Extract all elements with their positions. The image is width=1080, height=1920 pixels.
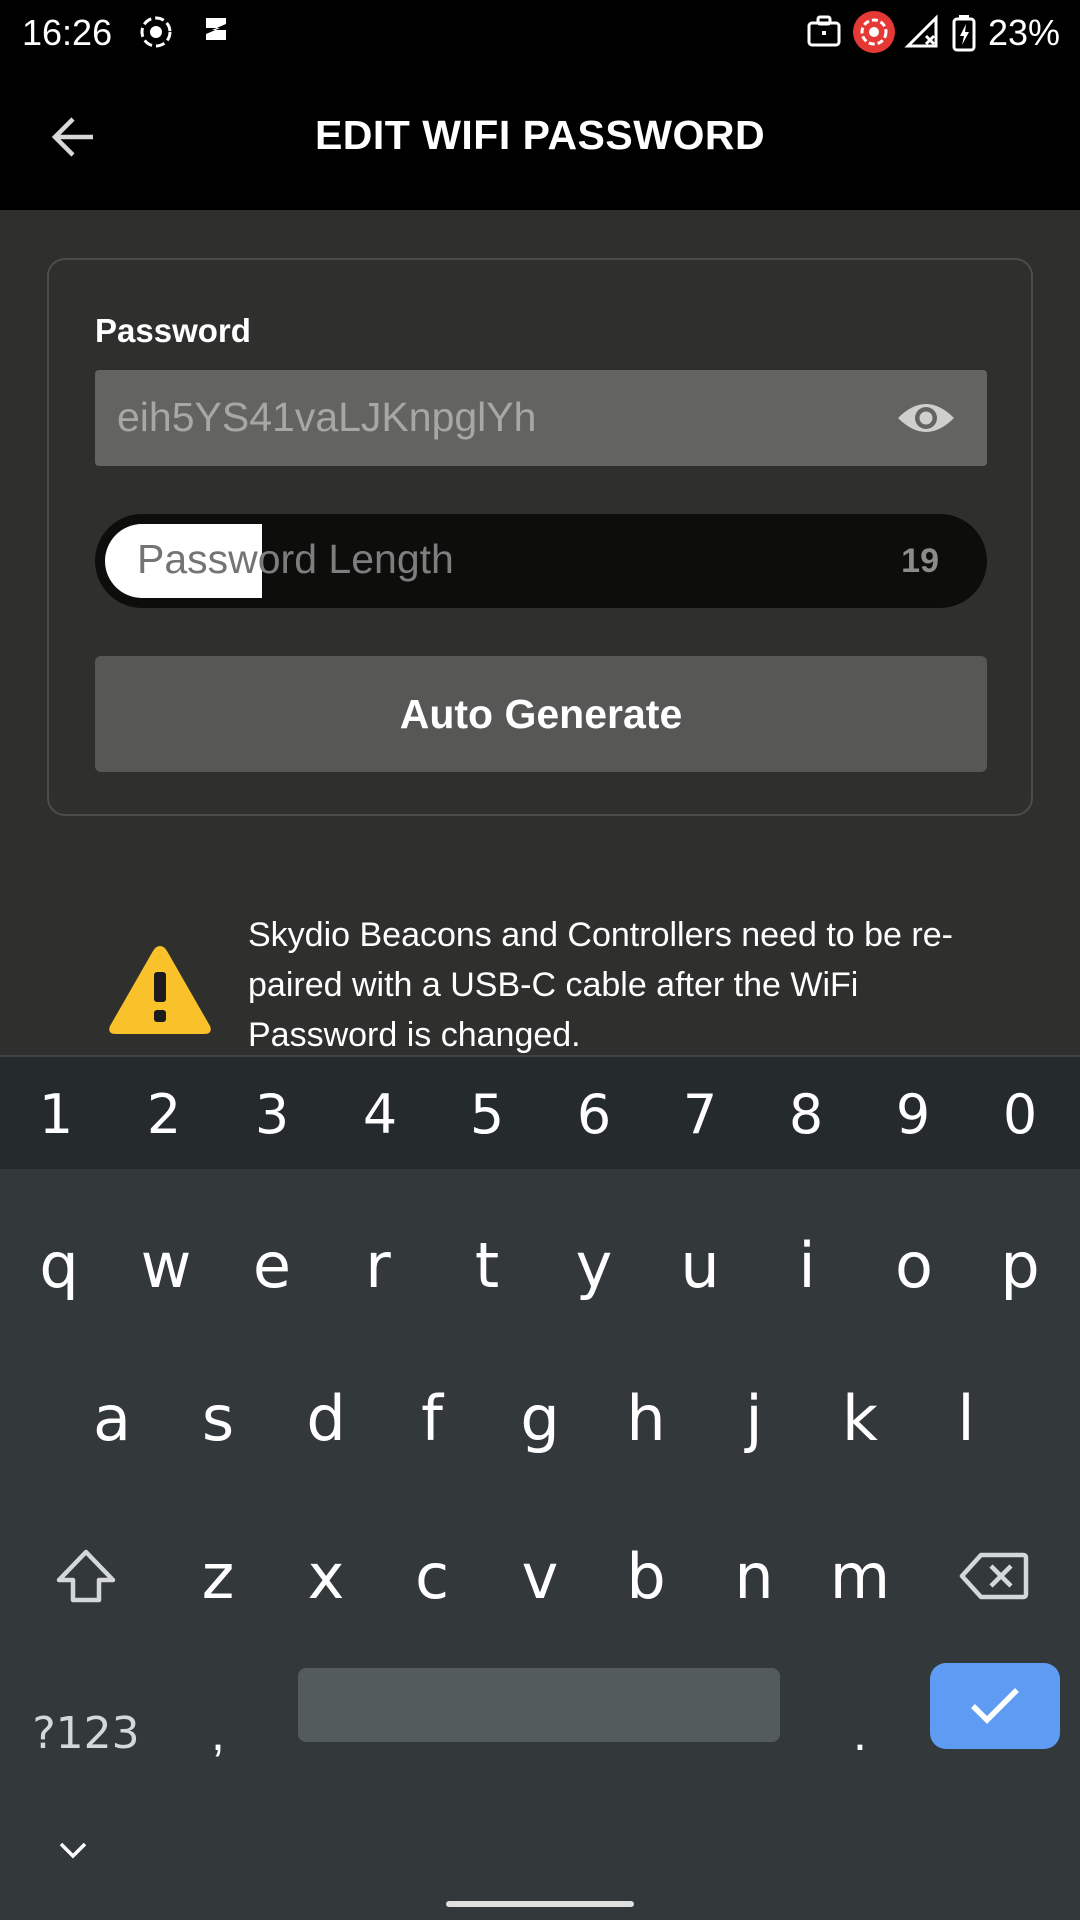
- period-key[interactable]: .: [820, 1683, 900, 1783]
- password-length-slider[interactable]: Password Length 19: [95, 514, 987, 608]
- check-icon: [971, 1688, 1019, 1724]
- key-4[interactable]: 4: [326, 1057, 434, 1171]
- shift-key[interactable]: [32, 1513, 140, 1639]
- key-z[interactable]: z: [164, 1513, 272, 1639]
- key-m[interactable]: m: [806, 1513, 914, 1639]
- key-d[interactable]: d: [272, 1355, 380, 1481]
- status-bar: 16:26 23%: [0, 0, 1080, 64]
- signal-off-icon: [904, 14, 940, 50]
- battery-charging-icon: [952, 14, 976, 52]
- key-e[interactable]: e: [218, 1205, 326, 1325]
- key-g[interactable]: g: [486, 1355, 594, 1481]
- keyboard: 1 2 3 4 5 6 7 8 9 0 q w e r t y u i o p …: [0, 1055, 1080, 1920]
- key-2[interactable]: 2: [110, 1057, 218, 1171]
- key-6[interactable]: 6: [540, 1057, 648, 1171]
- key-0[interactable]: 0: [966, 1057, 1074, 1171]
- key-r[interactable]: r: [324, 1205, 432, 1325]
- key-j[interactable]: j: [700, 1355, 808, 1481]
- key-a[interactable]: a: [58, 1355, 166, 1481]
- symbols-key[interactable]: ?123: [26, 1683, 146, 1783]
- key-v[interactable]: v: [486, 1513, 594, 1639]
- key-f[interactable]: f: [378, 1355, 486, 1481]
- enter-key[interactable]: [930, 1663, 1060, 1749]
- work-profile-icon: [806, 14, 842, 48]
- key-w[interactable]: w: [112, 1205, 220, 1325]
- key-k[interactable]: k: [806, 1355, 914, 1481]
- key-n[interactable]: n: [700, 1513, 808, 1639]
- warning-triangle-icon: [109, 946, 211, 1034]
- slider-label: Password Length: [137, 536, 454, 582]
- content-area: Password Password Length 19 Auto Generat…: [0, 210, 1080, 1055]
- record-active-icon: [852, 10, 896, 54]
- key-q[interactable]: q: [5, 1205, 113, 1325]
- visibility-toggle-button[interactable]: [895, 394, 957, 442]
- password-input[interactable]: [117, 394, 877, 441]
- space-key[interactable]: [298, 1668, 780, 1742]
- key-9[interactable]: 9: [859, 1057, 967, 1171]
- key-7[interactable]: 7: [646, 1057, 754, 1171]
- key-t[interactable]: t: [433, 1205, 541, 1325]
- shift-icon: [56, 1549, 116, 1603]
- screen-record-icon: [138, 14, 174, 50]
- key-8[interactable]: 8: [752, 1057, 860, 1171]
- key-b[interactable]: b: [592, 1513, 700, 1639]
- status-time: 16:26: [22, 12, 113, 53]
- backspace-icon: [959, 1552, 1029, 1600]
- navigation-handle[interactable]: [446, 1901, 634, 1907]
- slider-value: 19: [901, 542, 939, 580]
- key-p[interactable]: p: [966, 1205, 1074, 1325]
- password-card: Password Password Length 19 Auto Generat…: [47, 258, 1033, 816]
- backspace-key[interactable]: [940, 1513, 1048, 1639]
- key-3[interactable]: 3: [218, 1057, 326, 1171]
- app-bar: EDIT WIFI PASSWORD: [0, 64, 1080, 210]
- password-label: Password: [95, 312, 251, 349]
- key-i[interactable]: i: [753, 1205, 861, 1325]
- page-title: EDIT WIFI PASSWORD: [314, 112, 766, 158]
- key-y[interactable]: y: [540, 1205, 648, 1325]
- chevron-down-icon: [59, 1842, 87, 1859]
- key-c[interactable]: c: [378, 1513, 486, 1639]
- key-s[interactable]: s: [164, 1355, 272, 1481]
- key-1[interactable]: 1: [2, 1057, 110, 1171]
- warning-text: Skydio Beacons and Controllers need to b…: [248, 916, 953, 1054]
- notification-icon: [200, 14, 232, 44]
- battery-percent: 23%: [987, 12, 1060, 53]
- key-x[interactable]: x: [272, 1513, 380, 1639]
- screen: 16:26 23% EDIT WIFI PASSWORD Password ei…: [0, 0, 1080, 1920]
- key-l[interactable]: l: [912, 1355, 1020, 1481]
- key-o[interactable]: o: [860, 1205, 968, 1325]
- password-field[interactable]: [95, 370, 987, 466]
- key-u[interactable]: u: [646, 1205, 754, 1325]
- comma-key[interactable]: ,: [178, 1683, 258, 1783]
- eye-icon: [898, 404, 954, 432]
- keyboard-number-row: 1 2 3 4 5 6 7 8 9 0: [0, 1055, 1080, 1169]
- key-h[interactable]: h: [592, 1355, 700, 1481]
- hide-keyboard-button[interactable]: [48, 1825, 98, 1875]
- auto-generate-button[interactable]: Auto Generate: [95, 656, 987, 772]
- key-5[interactable]: 5: [433, 1057, 541, 1171]
